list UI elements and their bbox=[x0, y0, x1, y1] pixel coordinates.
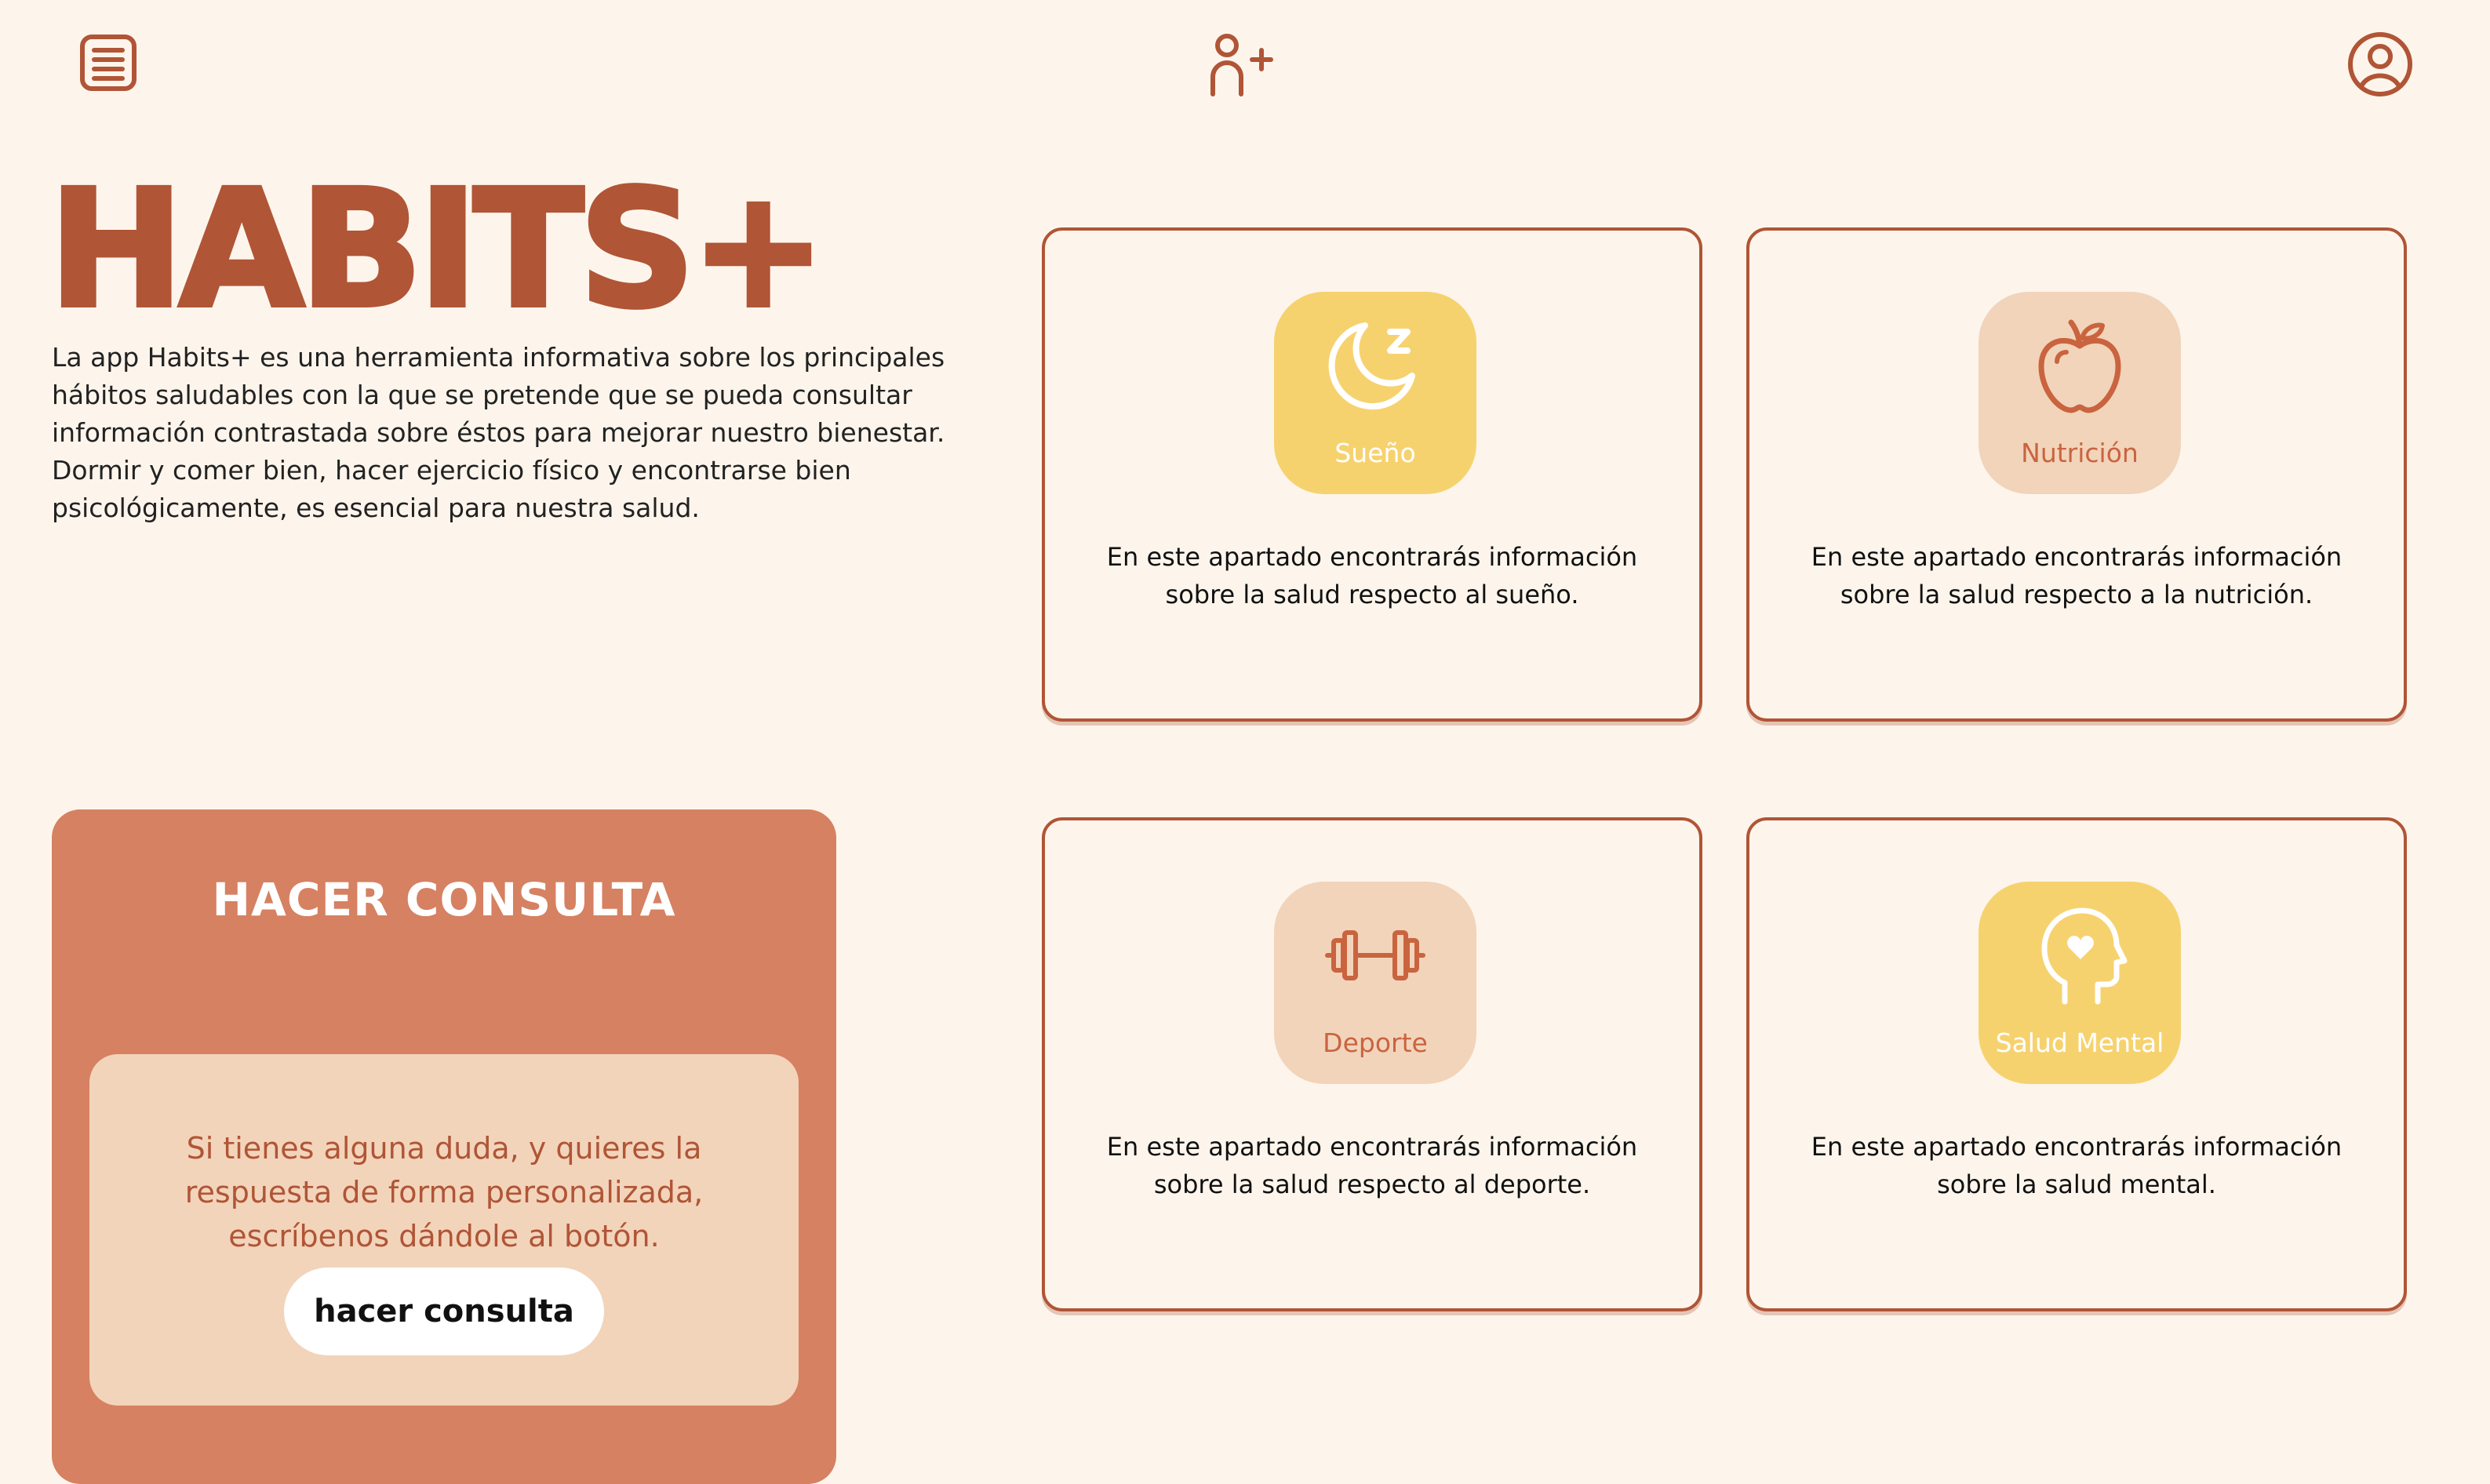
badge-label: Deporte bbox=[1323, 1028, 1428, 1058]
user-circle-icon bbox=[2347, 31, 2413, 97]
hacer-consulta-button[interactable]: hacer consulta bbox=[284, 1268, 604, 1355]
card-salud-mental[interactable]: Salud Mental En este apartado encontrará… bbox=[1746, 817, 2407, 1311]
card-nutricion[interactable]: Nutrición En este apartado encontrarás i… bbox=[1746, 227, 2407, 722]
app-title: HABITS+ bbox=[46, 155, 828, 344]
badge-nutricion[interactable]: Nutrición bbox=[1979, 292, 2181, 494]
moon-sleep-icon bbox=[1320, 311, 1430, 420]
badge-deporte[interactable]: Deporte bbox=[1274, 882, 1476, 1084]
add-user-button[interactable] bbox=[1205, 31, 1280, 97]
head-heart-icon bbox=[2025, 900, 2135, 1010]
card-description: En este apartado encontrarás información… bbox=[1811, 1132, 2343, 1199]
consulta-panel: HACER CONSULTA Si tienes alguna duda, y … bbox=[52, 809, 836, 1484]
consulta-title: HACER CONSULTA bbox=[212, 873, 676, 926]
card-deporte[interactable]: Deporte En este apartado encontrarás inf… bbox=[1042, 817, 1702, 1311]
card-description: En este apartado encontrarás información… bbox=[1106, 1132, 1638, 1199]
consulta-box: Si tienes alguna duda, y quieres la resp… bbox=[89, 1054, 799, 1406]
badge-label: Nutrición bbox=[2021, 438, 2139, 468]
menu-button[interactable] bbox=[77, 31, 140, 94]
consulta-text: Si tienes alguna duda, y quieres la resp… bbox=[184, 1131, 704, 1253]
apple-icon bbox=[2025, 311, 2135, 420]
card-sueno[interactable]: Sueño En este apartado encontrarás infor… bbox=[1042, 227, 1702, 722]
profile-button[interactable] bbox=[2346, 30, 2415, 99]
user-add-icon bbox=[1205, 31, 1280, 97]
intro-text: La app Habits+ es una herramienta inform… bbox=[52, 342, 945, 523]
card-description: En este apartado encontrarás información… bbox=[1106, 542, 1638, 609]
badge-salud-mental[interactable]: Salud Mental bbox=[1979, 882, 2181, 1084]
dumbbell-icon bbox=[1320, 900, 1430, 1010]
badge-sueno[interactable]: Sueño bbox=[1274, 292, 1476, 494]
menu-list-icon bbox=[78, 33, 138, 93]
badge-label: Sueño bbox=[1334, 438, 1416, 468]
card-description: En este apartado encontrarás información… bbox=[1811, 542, 2343, 609]
badge-label: Salud Mental bbox=[1995, 1028, 2164, 1058]
